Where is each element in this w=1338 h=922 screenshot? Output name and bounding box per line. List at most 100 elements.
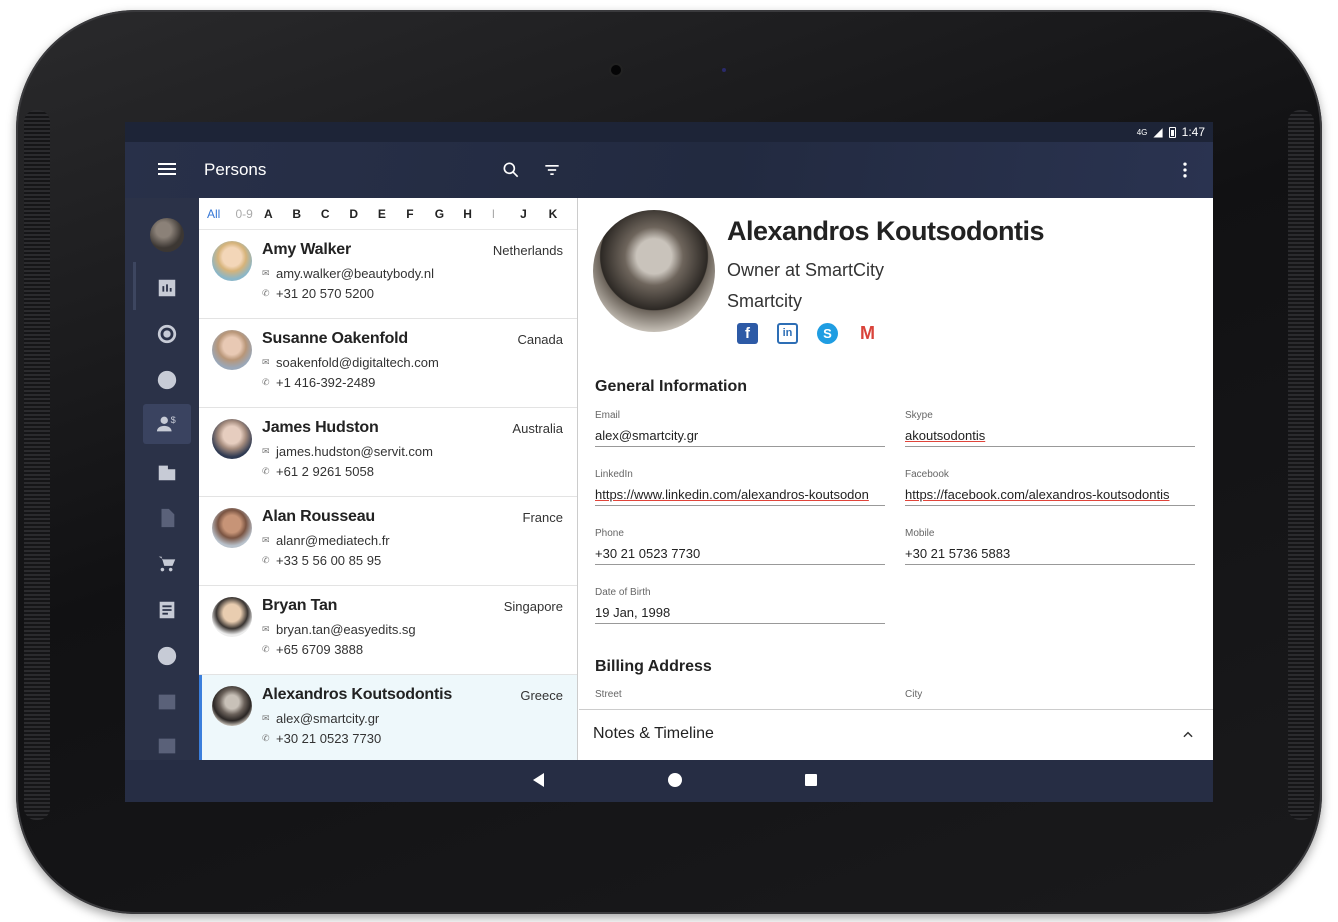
notes-timeline-panel[interactable]: Notes & Timeline	[579, 709, 1213, 760]
mobile-label: Mobile	[905, 528, 935, 539]
more-options-icon[interactable]	[1175, 160, 1195, 180]
alpha-e[interactable]: E	[378, 207, 406, 221]
mobile-field[interactable]: Mobile +30 21 5736 5883	[905, 528, 1195, 565]
money-exchange-icon[interactable]	[143, 360, 191, 400]
search-icon[interactable]	[501, 160, 521, 180]
recent-apps-icon[interactable]	[805, 774, 817, 786]
contact-row[interactable]: Amy Walker Netherlands ✉ amy.walker@beaut…	[199, 230, 577, 319]
user-avatar[interactable]	[150, 218, 184, 252]
light-sensor	[722, 68, 726, 72]
contact-email: amy.walker@beautybody.nl	[276, 266, 434, 281]
mobile-value[interactable]: +30 21 5736 5883	[905, 546, 1195, 565]
home-icon[interactable]	[668, 773, 682, 787]
skype-label: Skype	[905, 410, 933, 421]
mail-icon: ✉	[262, 357, 270, 367]
facebook-value[interactable]: https://facebook.com/alexandros-koutsodo…	[905, 487, 1195, 506]
left-speaker-grille	[24, 110, 50, 820]
email-label: Email	[595, 410, 621, 421]
contact-phone: +30 21 0523 7730	[276, 731, 382, 746]
contact-row[interactable]: Bryan Tan Singapore ✉ bryan.tan@easyedits…	[199, 586, 577, 675]
alpha-k[interactable]: K	[549, 207, 577, 221]
app-bar: Persons	[125, 142, 1213, 198]
billing-title: Billing Address	[595, 658, 712, 675]
contact-row-selected[interactable]: Alexandros Koutsodontis Greece ✉ alex@sma…	[199, 675, 577, 764]
linkedin-label: LinkedIn	[595, 469, 633, 480]
target-icon[interactable]	[143, 314, 191, 354]
alpha-all[interactable]: All	[207, 207, 235, 221]
linkedin-value[interactable]: https://www.linkedin.com/alexandros-kout…	[595, 487, 885, 506]
phone-icon: ✆	[262, 288, 270, 298]
alpha-f[interactable]: F	[406, 207, 434, 221]
contact-email: alanr@mediatech.fr	[276, 533, 390, 548]
person-photo	[593, 210, 715, 332]
general-info-title: General Information	[595, 378, 748, 395]
linkedin-icon[interactable]: in	[777, 323, 798, 344]
battery-icon	[1168, 126, 1176, 138]
status-time: 1:47	[1181, 125, 1205, 139]
facebook-icon[interactable]: f	[737, 323, 758, 344]
alpha-b[interactable]: B	[292, 207, 320, 221]
contact-country: France	[522, 510, 563, 525]
person-company: Smartcity	[727, 291, 803, 311]
contact-row[interactable]: Susanne Oakenfold Canada ✉ soakenfold@dig…	[199, 319, 577, 408]
cart-icon[interactable]	[143, 544, 191, 584]
contact-phone: +33 5 56 00 85 95	[276, 553, 382, 568]
email-field[interactable]: Email alex@smartcity.gr	[595, 410, 885, 447]
dollar-coin-icon[interactable]	[143, 636, 191, 676]
dashboard-icon[interactable]	[143, 268, 191, 308]
dob-value[interactable]: 19 Jan, 1998	[595, 605, 885, 624]
city-label: City	[905, 689, 923, 700]
alpha-c[interactable]: C	[321, 207, 349, 221]
mail-icon: ✉	[262, 713, 270, 723]
gmail-icon[interactable]: M	[857, 323, 878, 344]
persons-icon[interactable]: $	[143, 404, 191, 444]
street-field[interactable]: Street	[595, 689, 885, 700]
alpha-j[interactable]: J	[520, 207, 548, 221]
contact-phone: +31 20 570 5200	[276, 286, 374, 301]
alpha-d[interactable]: D	[349, 207, 377, 221]
system-nav-bar	[125, 760, 1213, 802]
city-field[interactable]: City	[905, 689, 1195, 700]
status-bar: 4G ◢ 1:47	[125, 122, 1213, 142]
alpha-a[interactable]: A	[264, 207, 292, 221]
list-icon[interactable]	[143, 682, 191, 722]
contact-country: Netherlands	[492, 243, 563, 258]
alpha-i[interactable]: I	[492, 207, 520, 221]
mail-icon: ✉	[262, 268, 270, 278]
contact-row[interactable]: James Hudston Australia ✉ james.hudston@s…	[199, 408, 577, 497]
document-chart-icon[interactable]	[143, 498, 191, 538]
skype-field[interactable]: Skype akoutsodontis	[905, 410, 1195, 447]
dob-field[interactable]: Date of Birth 19 Jan, 1998	[595, 587, 885, 624]
alpha-h[interactable]: H	[463, 207, 491, 221]
hamburger-menu-icon[interactable]	[155, 160, 179, 180]
skype-icon[interactable]: S	[817, 323, 838, 344]
phone-icon: ✆	[262, 555, 270, 565]
back-icon[interactable]	[533, 773, 544, 787]
avatar	[212, 241, 252, 281]
phone-field[interactable]: Phone +30 21 0523 7730	[595, 528, 885, 565]
persons-list-pane: All 0-9 A B C D E F G H I J K Amy Walker…	[199, 198, 578, 764]
contact-row[interactable]: Alan Rousseau France ✉ alanr@mediatech.fr…	[199, 497, 577, 586]
buildings-icon[interactable]	[143, 452, 191, 492]
screen: 4G ◢ 1:47 Persons $ All 0-9 A B C D E F …	[125, 122, 1213, 802]
email-value[interactable]: alex@smartcity.gr	[595, 428, 885, 447]
phone-value[interactable]: +30 21 0523 7730	[595, 546, 885, 565]
alpha-0-9[interactable]: 0-9	[235, 207, 263, 221]
person-role: Owner at SmartCity	[727, 260, 885, 280]
alpha-g[interactable]: G	[435, 207, 463, 221]
contact-phone: +61 2 9261 5058	[276, 464, 374, 479]
filter-icon[interactable]	[542, 160, 562, 180]
invoice-icon[interactable]	[143, 590, 191, 630]
chevron-up-icon[interactable]	[1181, 728, 1195, 742]
avatar	[212, 330, 252, 370]
facebook-field[interactable]: Facebook https://facebook.com/alexandros…	[905, 469, 1195, 506]
avatar	[212, 686, 252, 726]
linkedin-field[interactable]: LinkedIn https://www.linkedin.com/alexan…	[595, 469, 885, 506]
contact-email: bryan.tan@easyedits.sg	[276, 622, 416, 637]
skype-value[interactable]: akoutsodontis	[905, 428, 1195, 447]
contact-country: Greece	[520, 688, 563, 703]
signal-icon: ◢	[1153, 125, 1163, 139]
alphabet-index: All 0-9 A B C D E F G H I J K	[199, 198, 577, 230]
contact-country: Australia	[512, 421, 563, 436]
contact-name: Susanne Oakenfold	[262, 330, 408, 347]
